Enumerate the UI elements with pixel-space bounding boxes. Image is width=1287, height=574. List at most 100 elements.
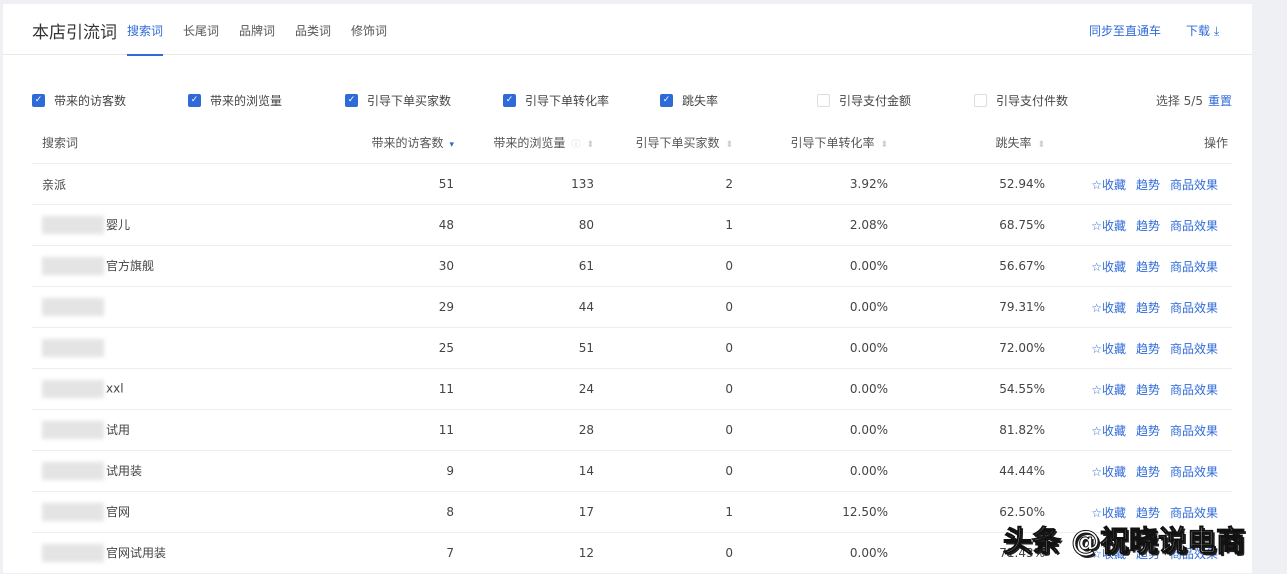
keyword: xxl	[106, 381, 124, 396]
trend-link[interactable]: 趋势	[1136, 260, 1160, 274]
table-row: xxl 11 24 0 0.00% 54.55% ☆收藏 趋势 商品效果	[32, 368, 1232, 410]
keyword-cell: 官网	[32, 491, 283, 533]
checkbox-icon[interactable]: ✓	[188, 94, 201, 107]
metric-checkbox[interactable]: ✓ 引导下单买家数	[345, 92, 451, 109]
table-row: 25 51 0 0.00% 72.00% ☆收藏 趋势 商品效果	[32, 327, 1232, 369]
reset-link[interactable]: 重置	[1208, 94, 1232, 108]
product-effect-link[interactable]: 商品效果	[1170, 383, 1218, 397]
conversion-cell: 0.00%	[734, 368, 889, 410]
trend-link[interactable]: 趋势	[1136, 301, 1160, 315]
help-icon[interactable]: ⓘ	[571, 140, 580, 150]
trend-link[interactable]: 趋势	[1136, 219, 1160, 233]
col-label: 带来的访客数	[371, 136, 444, 150]
actions-cell: ☆收藏 趋势 商品效果	[1046, 245, 1232, 287]
keyword-table: 搜索词 带来的访客数 ▾ 带来的浏览量 ⓘ ⬍ 引导下单买家数 ⬍ 引导下单转化率 ⬍ 跳…	[32, 122, 1232, 574]
tab-search-words[interactable]: 搜索词	[127, 22, 164, 56]
conversion-cell: 0.00%	[734, 532, 889, 574]
product-effect-link[interactable]: 商品效果	[1170, 301, 1218, 315]
blurred-text	[42, 298, 104, 316]
product-effect-link[interactable]: 商品效果	[1170, 342, 1218, 356]
pageviews-cell: 80	[455, 204, 595, 246]
actions-cell: ☆收藏 趋势 商品效果	[1046, 450, 1232, 492]
keyword-cell	[32, 327, 283, 369]
col-actions: 操作	[1046, 122, 1232, 164]
keyword: 官网试用装	[106, 545, 167, 560]
trend-link[interactable]: 趋势	[1136, 178, 1160, 192]
trend-link[interactable]: 趋势	[1136, 342, 1160, 356]
bounce-cell: 54.55%	[889, 368, 1046, 410]
checkbox-icon[interactable]: ✓	[503, 94, 516, 107]
bounce-cell: 81.82%	[889, 409, 1046, 451]
table-row: 29 44 0 0.00% 79.31% ☆收藏 趋势 商品效果	[32, 286, 1232, 328]
pageviews-cell: 24	[455, 368, 595, 410]
checkbox-icon[interactable]: ✓	[660, 94, 673, 107]
sort-icon[interactable]: ⬍	[880, 140, 888, 150]
buyers-cell: 1	[595, 204, 734, 246]
sort-icon[interactable]: ⬍	[1037, 140, 1045, 150]
visitors-cell: 11	[283, 368, 455, 410]
favorite-link[interactable]: ☆收藏	[1091, 383, 1126, 397]
col-conversion[interactable]: 引导下单转化率 ⬍	[734, 122, 889, 164]
conversion-cell: 0.00%	[734, 245, 889, 287]
col-buyers[interactable]: 引导下单买家数 ⬍	[595, 122, 734, 164]
keyword-cell: 官网试用装	[32, 532, 283, 574]
visitors-cell: 11	[283, 409, 455, 451]
visitors-cell: 29	[283, 286, 455, 328]
metric-checkbox[interactable]: ✓ 跳失率	[660, 92, 718, 109]
metric-checkbox[interactable]: 引导支付件数	[974, 92, 1068, 109]
trend-link[interactable]: 趋势	[1136, 465, 1160, 479]
buyers-cell: 0	[595, 368, 734, 410]
buyers-cell: 0	[595, 532, 734, 574]
actions-cell: ☆收藏 趋势 商品效果	[1046, 368, 1232, 410]
checkbox-icon[interactable]: ✓	[32, 94, 45, 107]
col-pageviews[interactable]: 带来的浏览量 ⓘ ⬍	[455, 122, 595, 164]
sort-icon[interactable]: ⬍	[725, 140, 733, 150]
product-effect-link[interactable]: 商品效果	[1170, 260, 1218, 274]
blurred-text	[42, 503, 104, 522]
keyword: 试用	[106, 422, 131, 437]
tab-category[interactable]: 品类词	[295, 22, 331, 39]
sort-icon[interactable]: ⬍	[586, 140, 594, 150]
favorite-link[interactable]: ☆收藏	[1091, 342, 1126, 356]
tab-long-tail[interactable]: 长尾词	[183, 22, 219, 39]
checkbox-icon[interactable]: ✓	[345, 94, 358, 107]
pageviews-cell: 28	[455, 409, 595, 451]
favorite-link[interactable]: ☆收藏	[1091, 178, 1126, 192]
keyword-cell: 婴儿	[32, 204, 283, 246]
actions-cell: ☆收藏 趋势 商品效果	[1046, 409, 1232, 451]
checkbox-icon[interactable]	[974, 94, 987, 107]
metric-checkbox[interactable]: 引导支付金额	[817, 92, 911, 109]
traffic-keywords-card: 本店引流词 搜索词 长尾词 品牌词 品类词 修饰词 同步至直通车 下载 ⤓ ✓ 带…	[3, 4, 1252, 574]
metric-checkbox[interactable]: ✓ 带来的访客数	[32, 92, 126, 109]
col-visitors[interactable]: 带来的访客数 ▾	[283, 122, 455, 164]
product-effect-link[interactable]: 商品效果	[1170, 219, 1218, 233]
sort-desc-icon[interactable]: ▾	[449, 140, 454, 150]
metric-checkbox[interactable]: ✓ 带来的浏览量	[188, 92, 282, 109]
product-effect-link[interactable]: 商品效果	[1170, 424, 1218, 438]
tab-brand[interactable]: 品牌词	[239, 22, 275, 39]
checkbox-icon[interactable]	[817, 94, 830, 107]
trend-link[interactable]: 趋势	[1136, 383, 1160, 397]
blurred-text	[42, 544, 104, 563]
pageviews-cell: 133	[455, 163, 595, 205]
favorite-link[interactable]: ☆收藏	[1091, 301, 1126, 315]
bounce-cell: 79.31%	[889, 286, 1046, 328]
favorite-link[interactable]: ☆收藏	[1091, 219, 1126, 233]
favorite-link[interactable]: ☆收藏	[1091, 260, 1126, 274]
metric-checkbox[interactable]: ✓ 引导下单转化率	[503, 92, 609, 109]
conversion-cell: 12.50%	[734, 491, 889, 533]
buyers-cell: 0	[595, 245, 734, 287]
favorite-link[interactable]: ☆收藏	[1091, 465, 1126, 479]
metric-label: 引导下单买家数	[367, 94, 452, 108]
actions-cell: ☆收藏 趋势 商品效果	[1046, 286, 1232, 328]
visitors-cell: 51	[283, 163, 455, 205]
product-effect-link[interactable]: 商品效果	[1170, 178, 1218, 192]
col-label: 引导下单转化率	[790, 136, 875, 150]
col-bounce[interactable]: 跳失率 ⬍	[889, 122, 1046, 164]
tab-modifier[interactable]: 修饰词	[351, 22, 387, 39]
product-effect-link[interactable]: 商品效果	[1170, 465, 1218, 479]
sync-to-ztc-link[interactable]: 同步至直通车	[1089, 22, 1161, 39]
favorite-link[interactable]: ☆收藏	[1091, 424, 1126, 438]
download-button[interactable]: 下载 ⤓	[1186, 22, 1219, 39]
trend-link[interactable]: 趋势	[1136, 424, 1160, 438]
